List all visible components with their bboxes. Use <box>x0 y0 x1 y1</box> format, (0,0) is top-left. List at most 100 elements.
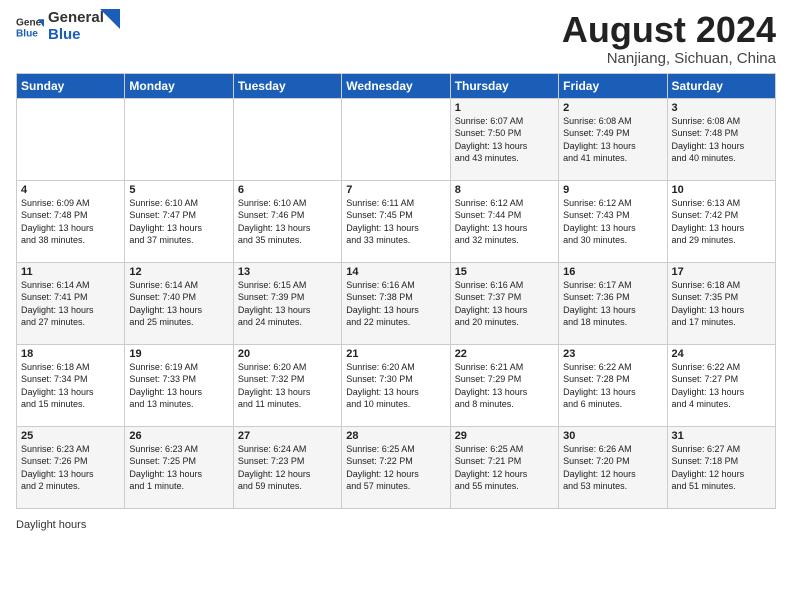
calendar-cell: 19Sunrise: 6:19 AM Sunset: 7:33 PM Dayli… <box>125 344 233 426</box>
calendar-cell: 13Sunrise: 6:15 AM Sunset: 7:39 PM Dayli… <box>233 262 341 344</box>
title-block: August 2024 Nanjiang, Sichuan, China <box>562 10 776 67</box>
day-number: 22 <box>455 348 554 360</box>
calendar-cell: 14Sunrise: 6:16 AM Sunset: 7:38 PM Dayli… <box>342 262 450 344</box>
calendar-week-1: 4Sunrise: 6:09 AM Sunset: 7:48 PM Daylig… <box>17 180 776 262</box>
calendar: SundayMondayTuesdayWednesdayThursdayFrid… <box>0 73 792 517</box>
calendar-cell: 3Sunrise: 6:08 AM Sunset: 7:48 PM Daylig… <box>667 98 775 180</box>
day-info: Sunrise: 6:21 AM Sunset: 7:29 PM Dayligh… <box>455 361 554 411</box>
footer: Daylight hours <box>0 517 792 533</box>
calendar-cell: 12Sunrise: 6:14 AM Sunset: 7:40 PM Dayli… <box>125 262 233 344</box>
day-info: Sunrise: 6:19 AM Sunset: 7:33 PM Dayligh… <box>129 361 228 411</box>
day-number: 5 <box>129 184 228 196</box>
calendar-header-row: SundayMondayTuesdayWednesdayThursdayFrid… <box>17 73 776 98</box>
day-number: 17 <box>672 266 771 278</box>
day-number: 31 <box>672 430 771 442</box>
day-number: 3 <box>672 102 771 114</box>
svg-text:General: General <box>16 17 44 28</box>
day-info: Sunrise: 6:23 AM Sunset: 7:25 PM Dayligh… <box>129 443 228 493</box>
calendar-cell: 31Sunrise: 6:27 AM Sunset: 7:18 PM Dayli… <box>667 426 775 508</box>
calendar-cell: 29Sunrise: 6:25 AM Sunset: 7:21 PM Dayli… <box>450 426 558 508</box>
calendar-cell: 16Sunrise: 6:17 AM Sunset: 7:36 PM Dayli… <box>559 262 667 344</box>
calendar-cell: 18Sunrise: 6:18 AM Sunset: 7:34 PM Dayli… <box>17 344 125 426</box>
day-number: 9 <box>563 184 662 196</box>
daylight-hours-label: Daylight hours <box>16 519 86 531</box>
day-number: 29 <box>455 430 554 442</box>
calendar-week-0: 1Sunrise: 6:07 AM Sunset: 7:50 PM Daylig… <box>17 98 776 180</box>
calendar-cell: 26Sunrise: 6:23 AM Sunset: 7:25 PM Dayli… <box>125 426 233 508</box>
day-number: 16 <box>563 266 662 278</box>
day-info: Sunrise: 6:14 AM Sunset: 7:40 PM Dayligh… <box>129 279 228 329</box>
day-info: Sunrise: 6:09 AM Sunset: 7:48 PM Dayligh… <box>21 197 120 247</box>
day-info: Sunrise: 6:11 AM Sunset: 7:45 PM Dayligh… <box>346 197 445 247</box>
calendar-cell: 10Sunrise: 6:13 AM Sunset: 7:42 PM Dayli… <box>667 180 775 262</box>
day-info: Sunrise: 6:07 AM Sunset: 7:50 PM Dayligh… <box>455 115 554 165</box>
day-number: 10 <box>672 184 771 196</box>
day-info: Sunrise: 6:24 AM Sunset: 7:23 PM Dayligh… <box>238 443 337 493</box>
main-title: August 2024 <box>562 10 776 50</box>
calendar-cell: 28Sunrise: 6:25 AM Sunset: 7:22 PM Dayli… <box>342 426 450 508</box>
header-day-wednesday: Wednesday <box>342 73 450 98</box>
header: General Blue General Blue August 2024 Na… <box>0 0 792 73</box>
calendar-week-2: 11Sunrise: 6:14 AM Sunset: 7:41 PM Dayli… <box>17 262 776 344</box>
calendar-cell <box>233 98 341 180</box>
calendar-cell: 5Sunrise: 6:10 AM Sunset: 7:47 PM Daylig… <box>125 180 233 262</box>
subtitle: Nanjiang, Sichuan, China <box>562 50 776 67</box>
calendar-cell: 17Sunrise: 6:18 AM Sunset: 7:35 PM Dayli… <box>667 262 775 344</box>
calendar-cell: 1Sunrise: 6:07 AM Sunset: 7:50 PM Daylig… <box>450 98 558 180</box>
logo-blue-text: Blue <box>48 27 104 44</box>
calendar-cell: 23Sunrise: 6:22 AM Sunset: 7:28 PM Dayli… <box>559 344 667 426</box>
day-number: 23 <box>563 348 662 360</box>
day-info: Sunrise: 6:20 AM Sunset: 7:32 PM Dayligh… <box>238 361 337 411</box>
footer-note: Daylight hours <box>16 519 776 531</box>
logo-general-text: General <box>48 10 104 27</box>
day-info: Sunrise: 6:10 AM Sunset: 7:46 PM Dayligh… <box>238 197 337 247</box>
day-number: 2 <box>563 102 662 114</box>
day-info: Sunrise: 6:16 AM Sunset: 7:37 PM Dayligh… <box>455 279 554 329</box>
day-number: 12 <box>129 266 228 278</box>
day-info: Sunrise: 6:13 AM Sunset: 7:42 PM Dayligh… <box>672 197 771 247</box>
svg-text:Blue: Blue <box>16 28 38 39</box>
day-info: Sunrise: 6:23 AM Sunset: 7:26 PM Dayligh… <box>21 443 120 493</box>
day-number: 20 <box>238 348 337 360</box>
day-info: Sunrise: 6:16 AM Sunset: 7:38 PM Dayligh… <box>346 279 445 329</box>
calendar-cell: 4Sunrise: 6:09 AM Sunset: 7:48 PM Daylig… <box>17 180 125 262</box>
header-day-thursday: Thursday <box>450 73 558 98</box>
day-number: 15 <box>455 266 554 278</box>
header-day-monday: Monday <box>125 73 233 98</box>
day-info: Sunrise: 6:12 AM Sunset: 7:43 PM Dayligh… <box>563 197 662 247</box>
day-info: Sunrise: 6:18 AM Sunset: 7:35 PM Dayligh… <box>672 279 771 329</box>
calendar-cell: 11Sunrise: 6:14 AM Sunset: 7:41 PM Dayli… <box>17 262 125 344</box>
day-number: 11 <box>21 266 120 278</box>
day-info: Sunrise: 6:22 AM Sunset: 7:28 PM Dayligh… <box>563 361 662 411</box>
day-number: 27 <box>238 430 337 442</box>
day-number: 18 <box>21 348 120 360</box>
day-number: 14 <box>346 266 445 278</box>
calendar-cell: 20Sunrise: 6:20 AM Sunset: 7:32 PM Dayli… <box>233 344 341 426</box>
day-info: Sunrise: 6:27 AM Sunset: 7:18 PM Dayligh… <box>672 443 771 493</box>
day-info: Sunrise: 6:20 AM Sunset: 7:30 PM Dayligh… <box>346 361 445 411</box>
calendar-cell: 30Sunrise: 6:26 AM Sunset: 7:20 PM Dayli… <box>559 426 667 508</box>
day-number: 6 <box>238 184 337 196</box>
calendar-cell <box>17 98 125 180</box>
day-number: 8 <box>455 184 554 196</box>
calendar-table: SundayMondayTuesdayWednesdayThursdayFrid… <box>16 73 776 509</box>
day-number: 26 <box>129 430 228 442</box>
day-info: Sunrise: 6:17 AM Sunset: 7:36 PM Dayligh… <box>563 279 662 329</box>
day-number: 7 <box>346 184 445 196</box>
day-number: 13 <box>238 266 337 278</box>
day-info: Sunrise: 6:18 AM Sunset: 7:34 PM Dayligh… <box>21 361 120 411</box>
day-info: Sunrise: 6:08 AM Sunset: 7:48 PM Dayligh… <box>672 115 771 165</box>
calendar-cell: 24Sunrise: 6:22 AM Sunset: 7:27 PM Dayli… <box>667 344 775 426</box>
calendar-week-3: 18Sunrise: 6:18 AM Sunset: 7:34 PM Dayli… <box>17 344 776 426</box>
calendar-cell <box>342 98 450 180</box>
calendar-cell: 21Sunrise: 6:20 AM Sunset: 7:30 PM Dayli… <box>342 344 450 426</box>
day-number: 24 <box>672 348 771 360</box>
day-info: Sunrise: 6:08 AM Sunset: 7:49 PM Dayligh… <box>563 115 662 165</box>
day-info: Sunrise: 6:25 AM Sunset: 7:22 PM Dayligh… <box>346 443 445 493</box>
day-info: Sunrise: 6:22 AM Sunset: 7:27 PM Dayligh… <box>672 361 771 411</box>
calendar-cell: 6Sunrise: 6:10 AM Sunset: 7:46 PM Daylig… <box>233 180 341 262</box>
logo: General Blue General Blue <box>16 10 120 43</box>
day-info: Sunrise: 6:25 AM Sunset: 7:21 PM Dayligh… <box>455 443 554 493</box>
calendar-cell: 27Sunrise: 6:24 AM Sunset: 7:23 PM Dayli… <box>233 426 341 508</box>
day-info: Sunrise: 6:12 AM Sunset: 7:44 PM Dayligh… <box>455 197 554 247</box>
